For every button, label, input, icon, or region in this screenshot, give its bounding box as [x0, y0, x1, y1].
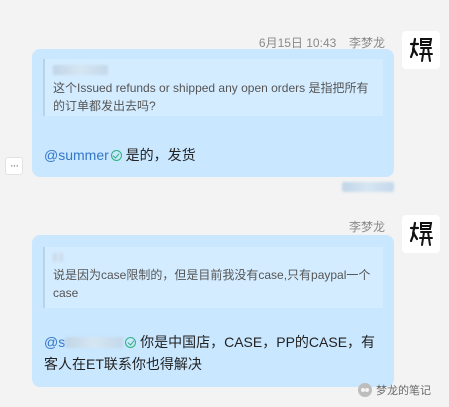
quoted-sender-redacted — [53, 253, 63, 262]
message-2-quote[interactable]: 说是因为case限制的，但是目前我没有case,只有paypal一个case — [43, 247, 383, 308]
verified-check-icon — [125, 337, 137, 348]
message-2-bubble[interactable]: 说是因为case限制的，但是目前我没有case,只有paypal一个case @… — [32, 235, 394, 387]
message-2-sender: 李梦龙 — [348, 220, 385, 234]
watermark-text: 梦龙的笔记 — [376, 385, 431, 397]
mention-redacted — [65, 337, 124, 348]
message-1-reply: @summer 是的，发货 — [44, 145, 196, 165]
message-1-bubble[interactable]: 这个Issued refunds or shipped any open ord… — [32, 49, 394, 177]
calligraphy-avatar-icon — [409, 37, 433, 62]
calligraphy-avatar-icon — [409, 221, 433, 246]
mention-link[interactable]: @summer — [44, 147, 109, 163]
avatar[interactable] — [402, 215, 440, 253]
message-1-timestamp: 6月15日 10:43 — [258, 36, 337, 50]
message-2-quote-text: 说是因为case限制的，但是目前我没有case,只有paypal一个case — [53, 268, 371, 300]
wechat-icon — [358, 383, 372, 397]
message-1-reply-text: 是的，发货 — [125, 147, 196, 163]
message-1-quote[interactable]: 这个Issued refunds or shipped any open ord… — [43, 59, 383, 116]
message-1-quote-text: 这个Issued refunds or shipped any open ord… — [53, 81, 369, 113]
message-2-reply: @s 你是中国店，CASE，PP的CASE，有客人在ET联系你也得解决 — [44, 331, 382, 375]
watermark: 梦龙的笔记 — [358, 382, 431, 398]
verified-check-icon — [110, 150, 122, 161]
more-options-icon[interactable]: ··· — [5, 157, 23, 175]
message-1-sender: 李梦龙 — [348, 36, 385, 50]
mention-link[interactable]: @s — [44, 334, 65, 350]
message-2-header: 李梦龙 — [349, 218, 385, 235]
avatar[interactable] — [402, 31, 440, 69]
quoted-sender-redacted — [53, 65, 108, 75]
redacted-strip — [342, 182, 394, 192]
